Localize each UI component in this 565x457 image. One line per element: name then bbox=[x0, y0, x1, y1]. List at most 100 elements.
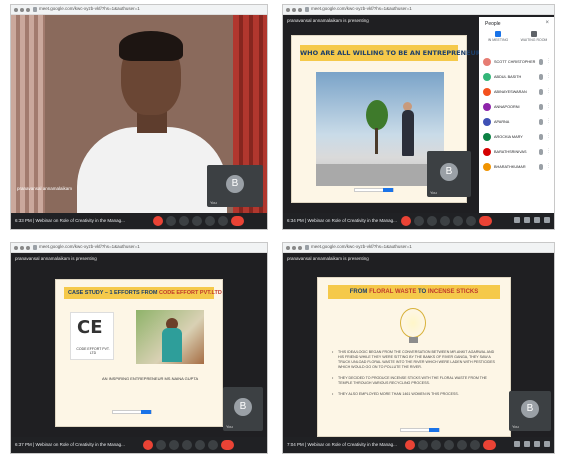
people-icon[interactable] bbox=[524, 217, 530, 223]
self-view-tile[interactable]: B You bbox=[223, 387, 263, 431]
presentation-toolbar[interactable] bbox=[112, 410, 152, 414]
back-icon[interactable] bbox=[286, 246, 290, 250]
more-options-icon[interactable] bbox=[466, 216, 476, 226]
participant-row[interactable]: SCOTT CHRISTOPHER ⋮ bbox=[479, 55, 554, 70]
more-icon[interactable]: ⋮ bbox=[546, 148, 551, 154]
mic-icon[interactable] bbox=[539, 59, 543, 65]
participant-row[interactable]: BHARATHKUMAR ⋮ bbox=[479, 160, 554, 175]
forward-icon[interactable] bbox=[20, 8, 24, 12]
more-icon[interactable]: ⋮ bbox=[546, 58, 551, 64]
more-icon[interactable]: ⋮ bbox=[546, 103, 551, 109]
camera-icon[interactable] bbox=[166, 216, 176, 226]
participant-row[interactable]: ABINAYESWARAN ⋮ bbox=[479, 85, 554, 100]
mic-icon[interactable] bbox=[539, 134, 543, 140]
mic-icon[interactable] bbox=[539, 119, 543, 125]
back-icon[interactable] bbox=[14, 246, 18, 250]
participant-row[interactable]: ANNAPOORNI ⋮ bbox=[479, 100, 554, 115]
chat-icon[interactable] bbox=[534, 217, 540, 223]
meeting-time-title: 6:34 PM | Webinar on Role of Creativity … bbox=[287, 218, 397, 223]
captions-icon[interactable] bbox=[431, 440, 441, 450]
mic-off-icon[interactable] bbox=[153, 216, 163, 226]
present-icon[interactable] bbox=[195, 440, 205, 450]
self-label: You bbox=[210, 200, 217, 205]
mic-icon[interactable] bbox=[539, 74, 543, 80]
reload-icon[interactable] bbox=[26, 246, 30, 250]
url-text[interactable]: meet.google.com/kwc-xyzb-vkf/?hs=1&authu… bbox=[311, 6, 412, 11]
reload-icon[interactable] bbox=[298, 246, 302, 250]
more-options-icon[interactable] bbox=[470, 440, 480, 450]
mic-off-icon[interactable] bbox=[143, 440, 153, 450]
self-view-tile[interactable]: B You bbox=[207, 165, 263, 207]
presentation-toolbar[interactable] bbox=[354, 188, 394, 192]
url-text[interactable]: meet.google.com/kwc-xyzb-vkf/?hs=1&authu… bbox=[311, 244, 412, 249]
logo-mark: CE bbox=[77, 317, 103, 338]
reload-icon[interactable] bbox=[26, 8, 30, 12]
address-bar[interactable]: meet.google.com/kwc-xyzb-vkf/?hs=1&authu… bbox=[283, 5, 554, 15]
raise-hand-icon[interactable] bbox=[192, 216, 202, 226]
people-icon[interactable] bbox=[524, 441, 530, 447]
camera-icon[interactable] bbox=[418, 440, 428, 450]
mic-icon[interactable] bbox=[539, 164, 543, 170]
end-call-button[interactable] bbox=[483, 440, 496, 450]
back-icon[interactable] bbox=[14, 8, 18, 12]
captions-icon[interactable] bbox=[179, 216, 189, 226]
info-icon[interactable] bbox=[514, 441, 520, 447]
stop-presenting-button[interactable] bbox=[429, 428, 439, 432]
forward-icon[interactable] bbox=[292, 8, 296, 12]
more-icon[interactable]: ⋮ bbox=[546, 88, 551, 94]
back-icon[interactable] bbox=[286, 8, 290, 12]
more-options-icon[interactable] bbox=[218, 216, 228, 226]
chat-icon[interactable] bbox=[534, 441, 540, 447]
activities-icon[interactable] bbox=[544, 441, 550, 447]
forward-icon[interactable] bbox=[292, 246, 296, 250]
more-options-icon[interactable] bbox=[208, 440, 218, 450]
mic-off-icon[interactable] bbox=[401, 216, 411, 226]
url-text[interactable]: meet.google.com/kwc-xyzb-vkf/?hs=1&authu… bbox=[39, 6, 140, 11]
address-bar[interactable]: meet.google.com/kwc-xyzb-vkf/?hs=1&authu… bbox=[283, 243, 554, 253]
present-icon[interactable] bbox=[453, 216, 463, 226]
address-bar[interactable]: meet.google.com/kwc-xyzb-vkf/?hs=1&authu… bbox=[11, 5, 267, 15]
raise-hand-icon[interactable] bbox=[182, 440, 192, 450]
present-icon[interactable] bbox=[205, 216, 215, 226]
reload-icon[interactable] bbox=[298, 8, 302, 12]
speaker-hair bbox=[119, 31, 183, 61]
participant-row[interactable]: BARATHSRINIVAS ⋮ bbox=[479, 145, 554, 160]
mic-icon[interactable] bbox=[539, 149, 543, 155]
participant-row[interactable]: AROCKIA MARY ⋮ bbox=[479, 130, 554, 145]
raise-hand-icon[interactable] bbox=[444, 440, 454, 450]
raise-hand-icon[interactable] bbox=[440, 216, 450, 226]
participant-row[interactable]: APARNA ⋮ bbox=[479, 115, 554, 130]
forward-icon[interactable] bbox=[20, 246, 24, 250]
more-icon[interactable]: ⋮ bbox=[546, 118, 551, 124]
tab-waiting-room[interactable]: WAITING ROOM bbox=[517, 31, 551, 42]
camera-icon[interactable] bbox=[156, 440, 166, 450]
end-call-button[interactable] bbox=[231, 216, 244, 226]
more-icon[interactable]: ⋮ bbox=[546, 133, 551, 139]
tab-in-meeting[interactable]: IN MEETING bbox=[481, 31, 515, 42]
participant-row[interactable]: ABDUL BASITH ⋮ bbox=[479, 70, 554, 85]
lock-icon bbox=[305, 245, 309, 250]
self-view-tile[interactable]: B You bbox=[509, 391, 551, 431]
more-icon[interactable]: ⋮ bbox=[546, 73, 551, 79]
mic-off-icon[interactable] bbox=[405, 440, 415, 450]
present-icon[interactable] bbox=[457, 440, 467, 450]
mic-icon[interactable] bbox=[539, 89, 543, 95]
url-text[interactable]: meet.google.com/kwc-xyzb-vkf/?hs=1&authu… bbox=[39, 244, 140, 249]
captions-icon[interactable] bbox=[169, 440, 179, 450]
presentation-toolbar[interactable] bbox=[400, 428, 440, 432]
close-icon[interactable]: × bbox=[545, 20, 549, 26]
end-call-button[interactable] bbox=[479, 216, 492, 226]
more-icon[interactable]: ⋮ bbox=[546, 163, 551, 169]
self-view-tile[interactable]: B You bbox=[427, 151, 471, 197]
stop-presenting-button[interactable] bbox=[141, 410, 151, 414]
activities-icon[interactable] bbox=[544, 217, 550, 223]
stop-presenting-button[interactable] bbox=[383, 188, 393, 192]
captions-icon[interactable] bbox=[427, 216, 437, 226]
info-icon[interactable] bbox=[514, 217, 520, 223]
end-call-button[interactable] bbox=[221, 440, 234, 450]
businessman-figure bbox=[402, 110, 414, 156]
camera-icon[interactable] bbox=[414, 216, 424, 226]
mic-icon[interactable] bbox=[539, 104, 543, 110]
tree-trunk bbox=[375, 128, 378, 154]
address-bar[interactable]: meet.google.com/kwc-xyzb-vkf/?hs=1&authu… bbox=[11, 243, 267, 253]
